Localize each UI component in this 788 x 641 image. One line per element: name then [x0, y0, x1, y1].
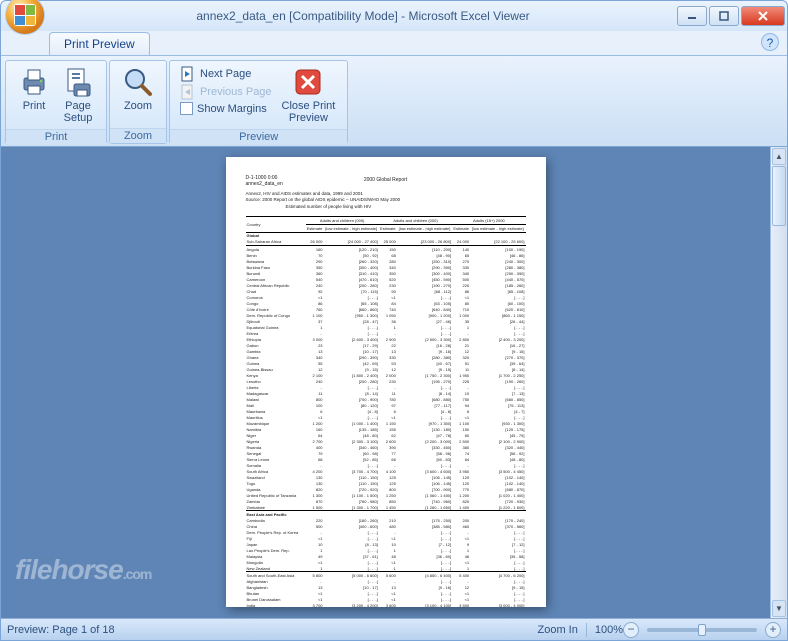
printer-icon [18, 66, 50, 98]
office-button[interactable] [5, 0, 45, 35]
zoom-slider-knob[interactable] [698, 624, 706, 636]
app-window: annex2_data_en [Compatibility Mode] - Mi… [0, 0, 788, 641]
status-preview-page: Preview: Page 1 of 18 [7, 624, 115, 636]
window-controls [675, 6, 785, 26]
zoom-button[interactable]: Zoom [116, 64, 160, 114]
preview-area[interactable]: D-1-1000 0:00annex2_data_en2000 Global R… [1, 147, 770, 618]
page-preview: D-1-1000 0:00annex2_data_en2000 Global R… [226, 157, 546, 607]
close-preview-label: Close Print Preview [282, 100, 336, 124]
previous-page-button: Previous Page [180, 84, 272, 100]
scroll-track[interactable] [771, 166, 787, 599]
ribbon-group-print: Print Page Setup Print [5, 60, 107, 144]
print-label: Print [23, 100, 46, 112]
print-button[interactable]: Print [12, 64, 56, 114]
close-button[interactable] [741, 6, 785, 26]
checkbox-icon [180, 102, 193, 115]
window-title: annex2_data_en [Compatibility Mode] - Mi… [51, 9, 675, 23]
statusbar: Preview: Page 1 of 18 Zoom In 100% − + [1, 618, 787, 640]
previous-page-icon [180, 84, 196, 100]
scroll-down-button[interactable]: ▼ [772, 600, 786, 617]
ribbon: Print Page Setup Print Zoom [1, 55, 787, 147]
close-print-preview-button[interactable]: Close Print Preview [276, 64, 342, 126]
group-label-print: Print [6, 129, 106, 144]
zoom-label: Zoom [124, 100, 152, 112]
scroll-thumb[interactable] [772, 166, 786, 226]
page-setup-label: Page Setup [64, 100, 93, 124]
zoom-in-label[interactable]: Zoom In [538, 624, 578, 636]
tab-print-preview[interactable]: Print Preview [49, 32, 150, 55]
show-margins-label: Show Margins [197, 103, 267, 115]
zoom-out-button[interactable]: − [623, 622, 639, 638]
previous-page-label: Previous Page [200, 86, 272, 98]
page-setup-button[interactable]: Page Setup [56, 64, 100, 126]
preview-viewport: D-1-1000 0:00annex2_data_en2000 Global R… [1, 147, 787, 618]
group-label-zoom: Zoom [110, 128, 166, 143]
next-page-icon [180, 66, 196, 82]
maximize-button[interactable] [709, 6, 739, 26]
ribbon-group-zoom: Zoom Zoom [109, 60, 167, 144]
minimize-button[interactable] [677, 6, 707, 26]
page-setup-icon [62, 66, 94, 98]
vertical-scrollbar[interactable]: ▲ ▼ [770, 147, 787, 618]
ribbon-group-preview: Next Page Previous Page Show Margins [169, 60, 348, 144]
magnifier-icon [122, 66, 154, 98]
scroll-up-button[interactable]: ▲ [772, 148, 786, 165]
titlebar: annex2_data_en [Compatibility Mode] - Mi… [1, 1, 787, 31]
next-page-label: Next Page [200, 68, 251, 80]
zoom-percent: 100% [595, 624, 623, 636]
group-label-preview: Preview [170, 129, 347, 144]
zoom-slider[interactable] [647, 628, 757, 632]
ribbon-tabstrip: Print Preview ? [1, 31, 787, 55]
close-preview-icon [292, 66, 324, 98]
next-page-button[interactable]: Next Page [180, 66, 272, 82]
help-button[interactable]: ? [761, 33, 779, 51]
show-margins-checkbox[interactable]: Show Margins [180, 102, 272, 115]
zoom-in-button[interactable]: + [765, 622, 781, 638]
